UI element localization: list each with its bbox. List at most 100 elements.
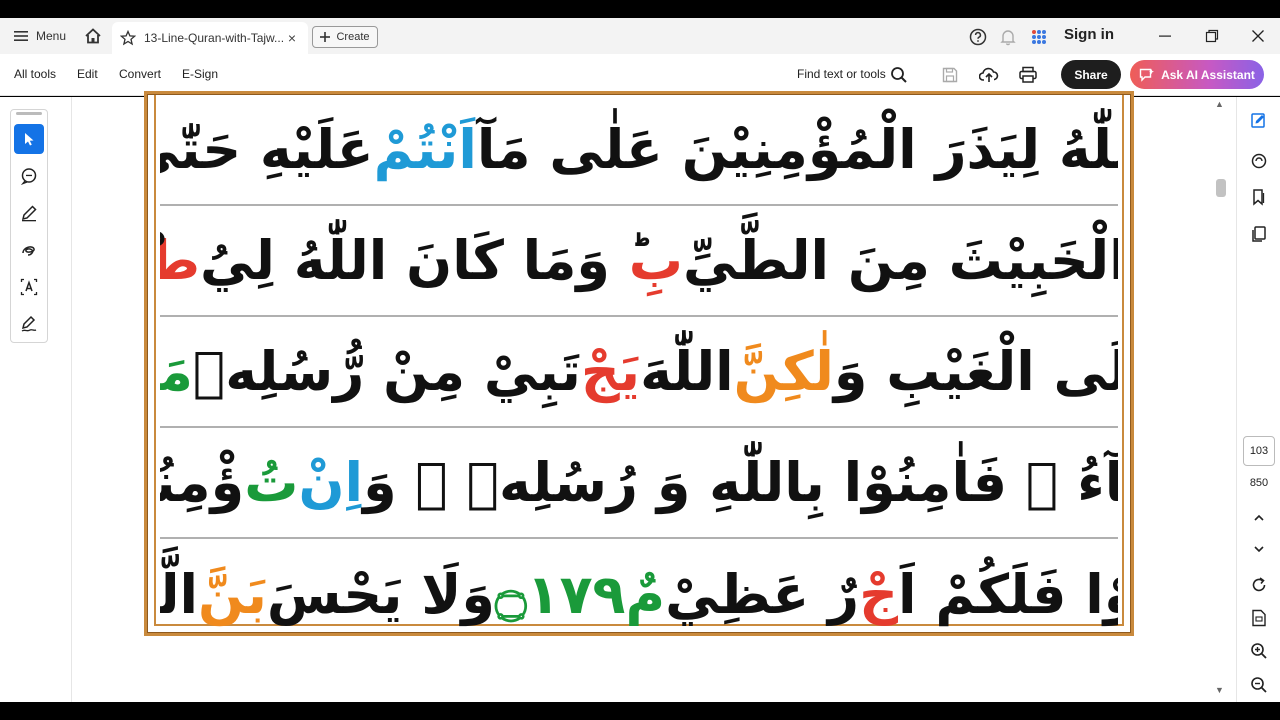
- document-tab[interactable]: 13-Line-Quran-with-Tajw... ×: [112, 22, 308, 54]
- create-label: Create: [336, 31, 370, 43]
- pages-icon[interactable]: [1248, 223, 1270, 245]
- verse-line: يَمِيْزَ الْخَبِيْثَ مِنَ الطَّيِّبِ ؕ و…: [160, 206, 1118, 317]
- sign-in-link[interactable]: Sign in: [1064, 26, 1114, 43]
- esign-link[interactable]: E-Sign: [182, 67, 218, 81]
- verse-segment: مَنْ: [160, 340, 193, 403]
- verse-segment: تَتَّقُوْا فَلَكُمْ اَ: [898, 563, 1118, 626]
- ai-assistant-label: Ask AI Assistant: [1161, 67, 1255, 82]
- edit-link[interactable]: Edit: [77, 67, 98, 81]
- zoom-out-icon[interactable]: [1248, 674, 1270, 696]
- scroll-down-arrow[interactable]: ▼: [1215, 685, 1224, 695]
- verse-segment: تُ: [244, 451, 299, 514]
- comment-icon: [20, 168, 37, 185]
- home-button[interactable]: [80, 24, 106, 48]
- verse-segment: يَجْ: [580, 340, 641, 403]
- content-area: اللّٰهُ لِيَذَرَ الْمُؤْمِنِيْنَ عَلٰى م…: [0, 91, 1280, 702]
- total-pages-label: 850: [1249, 477, 1269, 489]
- verse-segment: ؤْمِنُوْا وَ: [160, 451, 245, 514]
- page-info-icon[interactable]: [1248, 607, 1270, 629]
- signature-icon: [21, 315, 37, 332]
- left-gutter: [0, 97, 72, 702]
- search-icon[interactable]: [888, 64, 910, 86]
- verse-segment: جْ: [859, 563, 899, 626]
- verse-segment: ؕ وَمَا كَانَ اللّٰهُ لِيُ: [200, 229, 629, 292]
- ai-assistant-button[interactable]: Ask AI Assistant: [1130, 60, 1264, 89]
- verse-line: اللّٰهُ لِيَذَرَ الْمُؤْمِنِيْنَ عَلٰى م…: [160, 95, 1118, 206]
- screen-top-bar: [0, 0, 1280, 18]
- comment-tool-button[interactable]: [14, 161, 44, 191]
- edit-pdf-icon[interactable]: [1248, 109, 1270, 131]
- document-viewport[interactable]: اللّٰهُ لِيَذَرَ الْمُؤْمِنِيْنَ عَلٰى م…: [73, 91, 1206, 702]
- pen-icon: [21, 205, 37, 222]
- convert-link[interactable]: Convert: [119, 67, 161, 81]
- scrollbar-thumb[interactable]: [1216, 179, 1226, 197]
- verse-segment: شَآءُ ۖ فَاٰمِنُوْا بِاللّٰهِ وَ رُسُلِه…: [363, 451, 1118, 514]
- verse-segment: اللّٰهَ: [640, 340, 734, 403]
- create-button[interactable]: Create: [312, 26, 378, 48]
- verse-segment: عَلَى الْغَيْبِ وَ: [833, 340, 1118, 403]
- print-icon[interactable]: [1017, 64, 1039, 86]
- verse-segment: وَلَا يَحْسَ: [266, 563, 495, 626]
- star-icon[interactable]: [120, 30, 136, 46]
- drag-handle[interactable]: [16, 112, 42, 115]
- text-box-icon: [20, 278, 38, 296]
- chevron-up-icon[interactable]: [1248, 507, 1270, 529]
- cursor-arrow-icon: [25, 133, 34, 146]
- bookmark-icon[interactable]: [1248, 186, 1270, 208]
- home-icon: [85, 28, 101, 44]
- scroll-up-arrow[interactable]: ▲: [1215, 99, 1224, 109]
- quick-tools-panel: [10, 109, 48, 343]
- verse-segment: يَمِيْزَ الْخَبِيْثَ مِنَ الطَّيِّ: [683, 229, 1118, 292]
- toolbar: All tools Edit Convert E-Sign Find text …: [0, 54, 1280, 96]
- ai-assistant-icon: [1139, 68, 1155, 82]
- find-tools-label[interactable]: Find text or tools: [797, 67, 886, 81]
- menu-button[interactable]: Menu: [8, 24, 72, 48]
- apps-grid-icon[interactable]: [1028, 26, 1050, 48]
- menu-label: Menu: [36, 29, 67, 43]
- verse-segment: رٌ عَظِيْ: [665, 563, 860, 626]
- close-window-button[interactable]: [1246, 24, 1270, 48]
- screen-bottom-bar: [0, 702, 1280, 720]
- tab-title: 13-Line-Quran-with-Tajw...: [144, 31, 284, 45]
- page-text-area: اللّٰهُ لِيَذَرَ الْمُؤْمِنِيْنَ عَلٰى م…: [154, 95, 1124, 626]
- verse-line: يَّشَآءُ ۖ فَاٰمِنُوْا بِاللّٰهِ وَ رُسُ…: [160, 428, 1118, 539]
- page-frame: اللّٰهُ لِيَذَرَ الْمُؤْمِنِيْنَ عَلٰى م…: [147, 94, 1131, 633]
- sign-tool-button[interactable]: [14, 309, 44, 339]
- plus-icon: [320, 32, 331, 42]
- tab-close-button[interactable]: ×: [284, 30, 300, 46]
- restore-button[interactable]: [1200, 24, 1224, 48]
- verse-segment: عَلَيْهِ حَتّٰى: [160, 118, 374, 181]
- comment-bubble-icon[interactable]: [1248, 150, 1270, 172]
- zoom-in-icon[interactable]: [1248, 640, 1270, 662]
- highlight-tool-button[interactable]: [14, 198, 44, 228]
- quran-page: اللّٰهُ لِيَذَرَ الْمُؤْمِنِيْنَ عَلٰى م…: [144, 91, 1134, 636]
- right-rail: 103 850: [1236, 97, 1280, 702]
- verse-line: عَلَى الْغَيْبِ وَلٰكِنَّ اللّٰهَ يَجْتَ…: [160, 317, 1118, 428]
- rotate-icon[interactable]: [1248, 574, 1270, 596]
- text-tool-button[interactable]: [14, 272, 44, 302]
- verse-segment: اللّٰهُ لِيَذَرَ الْمُؤْمِنِيْنَ عَلٰى م…: [476, 118, 1118, 181]
- verse-segment: ط: [160, 229, 200, 292]
- save-icon[interactable]: [939, 64, 961, 86]
- verse-segment: لٰكِنَّ: [733, 340, 834, 403]
- chevron-down-icon[interactable]: [1248, 538, 1270, 560]
- help-icon[interactable]: [967, 26, 989, 48]
- minimize-button[interactable]: [1153, 24, 1177, 48]
- verse-segment: بَنَّ: [198, 563, 267, 626]
- vertical-scrollbar[interactable]: ▲ ▼: [1214, 97, 1226, 702]
- freehand-icon: [22, 246, 35, 256]
- verse-segment: الَّذِيْنَ: [160, 563, 198, 626]
- verse-segment: ۝۱۷۹: [494, 563, 626, 626]
- hamburger-icon: [14, 31, 28, 41]
- cloud-upload-icon[interactable]: [978, 64, 1000, 86]
- verse-segment: اِنْ: [298, 451, 364, 514]
- bell-icon[interactable]: [997, 26, 1019, 48]
- title-bar: Menu 13-Line-Quran-with-Tajw... × Create…: [0, 18, 1280, 54]
- current-page-input[interactable]: 103: [1243, 436, 1275, 466]
- select-tool-button[interactable]: [14, 124, 44, 154]
- verse-segment: مٌ: [625, 563, 666, 626]
- draw-tool-button[interactable]: [14, 235, 44, 265]
- share-button[interactable]: Share: [1061, 60, 1121, 89]
- all-tools-link[interactable]: All tools: [14, 67, 56, 81]
- verse-segment: تَبِيْ مِنْ رُّسُلِهٖ: [192, 340, 581, 403]
